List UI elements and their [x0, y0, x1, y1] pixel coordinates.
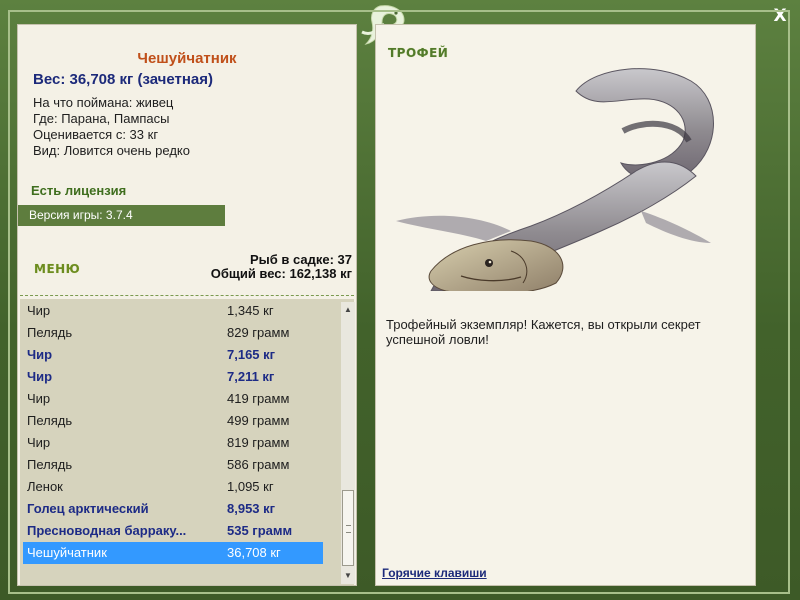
trophy-panel: ТРОФЕЙ Трофейный экземпляр! Кажется, вы …: [375, 24, 756, 586]
close-button[interactable]: X: [770, 6, 790, 26]
fish-location: Где: Парана, Пампасы: [33, 111, 170, 126]
fish-info-panel: Чешуйчатник Вес: 36,708 кг (зачетная) На…: [17, 24, 357, 586]
scroll-up-icon[interactable]: ▲: [341, 302, 355, 318]
list-item[interactable]: Пелядь 499 грамм: [23, 410, 323, 432]
list-item[interactable]: Чир 7,165 кг: [23, 344, 323, 366]
thumb-grip: [346, 525, 351, 533]
fish-image: [396, 68, 714, 291]
list-item[interactable]: Пелядь 586 грамм: [23, 454, 323, 476]
fish-weight: Вес: 36,708 кг (зачетная): [33, 71, 214, 88]
list-item[interactable]: Ленок 1,095 кг: [23, 476, 323, 498]
list-item[interactable]: Голец арктический 8,953 кг: [23, 498, 323, 520]
trophy-message: Трофейный экземпляр! Кажется, вы открыли…: [386, 317, 701, 347]
fish-rarity: Вид: Ловится очень редко: [33, 143, 190, 158]
list-item[interactable]: Чир 819 грамм: [23, 432, 323, 454]
catch-list[interactable]: Чир 1,345 кг Пелядь 829 грамм Чир 7,165 кг …: [20, 299, 355, 585]
fish-name: Чешуйчатник: [137, 50, 237, 67]
catch-stats: Рыб в садке: 37 Общий вес: 162,138 кг: [211, 253, 352, 281]
list-item-selected[interactable]: Чешуйчатник 36,708 кг: [23, 542, 323, 564]
license-status: Есть лицензия: [31, 183, 127, 198]
fish-rated-from: Оценивается с: 33 кг: [33, 127, 159, 142]
scroll-thumb[interactable]: [342, 490, 354, 566]
list-scrollbar[interactable]: ▲ ▼: [341, 302, 355, 584]
divider: [20, 295, 354, 296]
list-item[interactable]: Чир 7,211 кг: [23, 366, 323, 388]
list-item[interactable]: Чир 419 грамм: [23, 388, 323, 410]
menu-button[interactable]: МЕНЮ: [34, 262, 80, 276]
list-item[interactable]: Чир 1,345 кг: [23, 300, 323, 322]
list-item[interactable]: Пресноводная барраку... 535 грамм: [23, 520, 323, 542]
catch-total-weight: Общий вес: 162,138 кг: [210, 266, 352, 281]
list-item[interactable]: Пелядь 829 грамм: [23, 322, 323, 344]
window-frame: X Чешуйчатник Вес: 36,708 кг (зачетная) …: [0, 0, 800, 600]
fish-bait: На что поймана: живец: [33, 95, 174, 110]
game-version: Версия игры: 3.7.4: [18, 205, 225, 226]
scroll-down-icon[interactable]: ▼: [341, 568, 355, 584]
hotkeys-link[interactable]: Горячие клавиши: [382, 566, 487, 580]
catch-count: Рыб в садке: 37: [249, 252, 352, 267]
fish-details: На что поймана: живец Где: Парана, Пампа…: [33, 95, 190, 159]
